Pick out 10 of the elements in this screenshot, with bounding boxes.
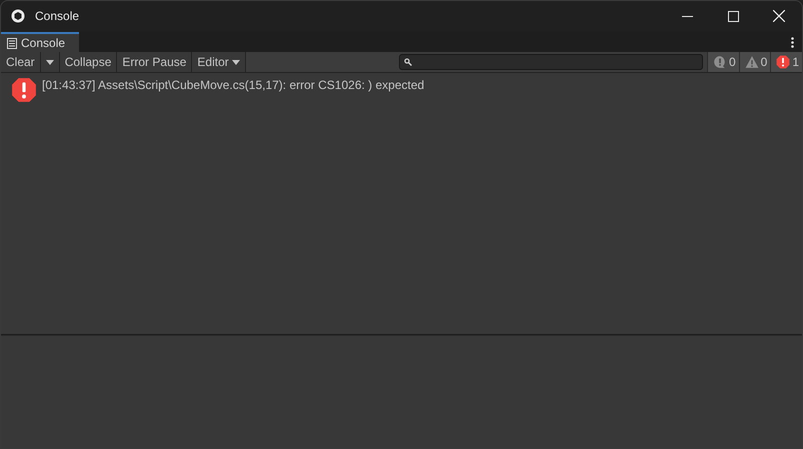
toolbar-button[interactable]: Collapse xyxy=(60,52,118,72)
filter-toggle[interactable]: 1 xyxy=(770,52,802,72)
console-tab[interactable]: Console xyxy=(1,32,80,52)
filter-toggle[interactable]: 0 xyxy=(706,52,739,72)
toolbar-button[interactable]: Error Pause xyxy=(117,52,192,72)
window-title: Console xyxy=(35,9,80,23)
menu-button[interactable]: Editor xyxy=(192,52,246,72)
filter-toggle[interactable]: 0 xyxy=(738,52,770,72)
log-message[interactable]: [01:43:37] Assets\Script\CubeMove.cs(15,17): error CS1026: ) expected xyxy=(42,78,424,92)
toolbar-button[interactable]: Clear xyxy=(1,52,41,72)
